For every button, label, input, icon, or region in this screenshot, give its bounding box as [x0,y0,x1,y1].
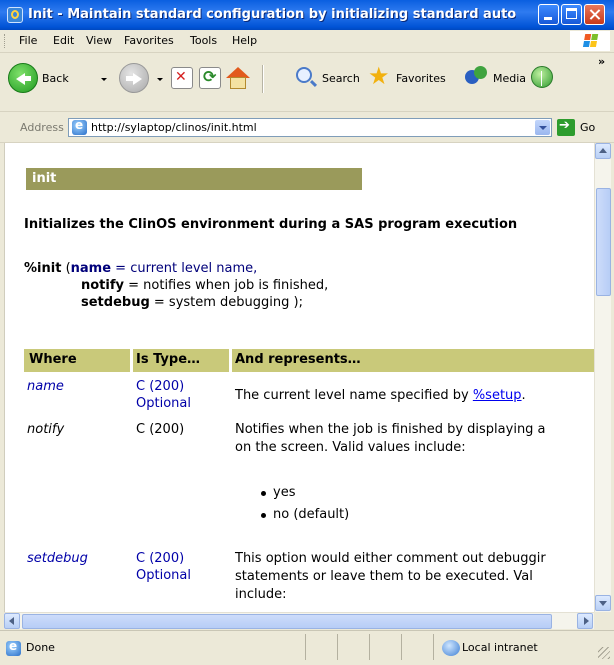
row-type: C (200) [136,551,185,566]
column-header-represents: And represents… [235,352,361,367]
go-button-label[interactable]: Go [580,121,595,134]
menu-file[interactable]: File [19,34,37,47]
parameter-table-header: Where Is Type… And represents… [24,349,595,372]
horizontal-scrollbar[interactable] [4,612,594,629]
windows-flag-icon [582,34,599,48]
menu-favorites[interactable]: Favorites [124,34,174,47]
search-icon[interactable] [296,67,312,83]
back-dropdown-icon[interactable] [101,78,107,81]
close-button[interactable] [584,4,605,25]
status-pane [369,634,401,660]
title-bar[interactable]: Init - Maintain standard configuration b… [0,0,614,30]
address-input[interactable]: http://sylaptop/clinos/init.html [68,118,552,137]
syntax-param-setdebug: setdebug [81,295,150,310]
header-divider [130,349,133,372]
favorites-star-icon[interactable]: ★ [368,64,390,88]
zone-text: Local intranet [462,641,538,654]
search-button-label[interactable]: Search [322,72,360,85]
internet-explorer-icon [7,7,23,23]
scroll-left-icon[interactable] [4,613,20,629]
macro-name: %init [24,261,62,276]
page-done-icon [6,639,21,656]
horizontal-scroll-thumb[interactable] [22,614,552,629]
menubar-grip [4,34,7,48]
minimize-button[interactable] [538,4,559,25]
row-type: C (200) [136,379,185,394]
status-text: Done [26,641,55,654]
toolbar-more-chevron[interactable]: » [598,55,605,68]
syntax-param-name-desc: = current level name, [111,261,258,276]
media-button-label[interactable]: Media [493,72,526,85]
row-description: The current level name specified by %set… [235,388,526,403]
row-optional: Optional [136,568,191,583]
setup-link[interactable]: %setup [473,388,522,403]
bullet-icon [261,513,266,518]
history-icon[interactable] [531,66,553,88]
column-header-where: Where [29,352,77,367]
row-description-line-2: statements or leave them to be executed.… [235,569,533,584]
home-icon[interactable] [225,65,251,91]
status-pane [337,634,369,660]
menu-bar: File Edit View Favorites Tools Help [0,30,614,53]
menu-edit[interactable]: Edit [53,34,74,47]
column-header-type: Is Type… [136,352,201,367]
list-item: yes [273,485,296,500]
row-description-line-1: This option would either comment out deb… [235,551,546,566]
menu-tools[interactable]: Tools [190,34,217,47]
address-dropdown-icon[interactable] [535,120,550,135]
page-icon [72,118,87,135]
toolbar-separator [262,65,264,93]
vertical-scroll-thumb[interactable] [596,188,611,296]
header-divider [229,349,232,372]
windows-logo [570,31,610,51]
syntax-param-setdebug-desc: = system debugging ); [149,295,303,310]
scroll-right-icon[interactable] [577,613,593,629]
row-description-line-2: on the screen. Valid values include: [235,440,466,455]
address-label: Address [20,121,64,134]
list-item: no (default) [273,507,350,522]
row-where: notify [27,422,65,437]
row-where: setdebug [27,551,88,566]
media-icon[interactable] [465,66,489,88]
refresh-icon[interactable] [199,67,221,89]
scroll-down-icon[interactable] [595,595,611,611]
status-pane [305,634,337,660]
back-button-label[interactable]: Back [42,72,69,85]
syntax-line-3: setdebug = system debugging ); [81,295,303,310]
row-type: C (200) [136,422,185,437]
go-arrow-icon[interactable] [557,118,575,136]
page-header: init [26,168,362,190]
syntax-param-notify-desc: = notifies when job is finished, [124,278,329,293]
forward-dropdown-icon[interactable] [157,78,163,81]
status-pane [401,634,433,660]
address-bar: Address http://sylaptop/clinos/init.html… [0,112,614,143]
syntax-line-1: %init (name = current level name, [24,261,257,276]
stop-icon[interactable] [171,67,193,89]
back-arrow-icon[interactable] [8,63,38,93]
maximize-button[interactable] [561,4,582,25]
syntax-line-2: notify = notifies when job is finished, [81,278,328,293]
page-content: init Initializes the ClinOS environment … [4,143,595,612]
bullet-icon [261,491,266,496]
syntax-param-notify: notify [81,278,124,293]
vertical-scrollbar[interactable] [594,143,611,612]
scroll-up-icon[interactable] [595,143,611,159]
row-optional: Optional [136,396,191,411]
syntax-param-name: name [70,261,112,276]
forward-arrow-icon[interactable] [119,63,149,93]
standard-toolbar: Back Search ★ Favorites Media » [0,53,614,112]
resize-grip-icon[interactable] [598,647,610,659]
scrollbar-corner [594,612,611,629]
favorites-button-label[interactable]: Favorites [396,72,446,85]
window-title: Init - Maintain standard configuration b… [28,7,516,22]
row-description-line-1: Notifies when the job is finished by dis… [235,422,546,437]
page-description: Initializes the ClinOS environment durin… [24,217,518,232]
menu-view[interactable]: View [86,34,112,47]
status-bar: Done Local intranet [0,630,614,665]
local-intranet-icon [442,640,460,656]
menu-help[interactable]: Help [232,34,257,47]
address-url[interactable]: http://sylaptop/clinos/init.html [91,121,257,134]
row-description-line-3: include: [235,587,287,602]
row-where: name [27,379,64,394]
